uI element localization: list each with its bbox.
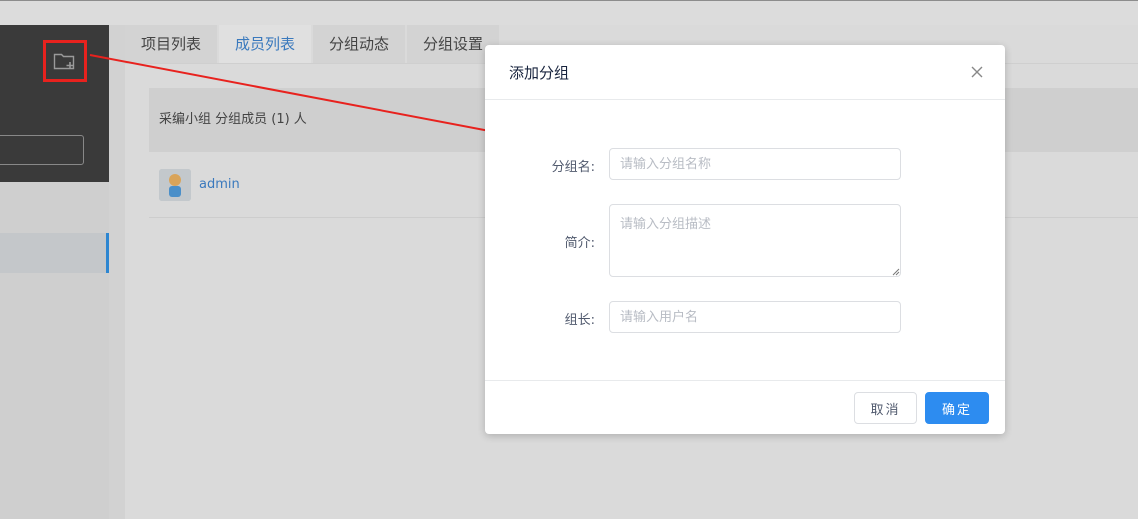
add-group-button[interactable] bbox=[43, 40, 87, 82]
top-border bbox=[0, 0, 1138, 1]
confirm-button[interactable]: 确定 bbox=[925, 392, 989, 424]
tab-bar: 项目列表 成员列表 分组动态 分组设置 bbox=[125, 25, 501, 63]
group-search-input[interactable] bbox=[0, 135, 84, 165]
folder-plus-icon bbox=[53, 53, 75, 70]
group-leader-label: 组长: bbox=[564, 313, 595, 328]
add-group-modal: 添加分组 分组名: 简介: 组长: 取消 确定 bbox=[485, 45, 1005, 434]
modal-header: 添加分组 bbox=[485, 45, 1005, 100]
avatar bbox=[159, 169, 191, 201]
close-icon bbox=[971, 66, 983, 78]
tab-projects[interactable]: 项目列表 bbox=[125, 25, 218, 63]
close-button[interactable] bbox=[967, 62, 987, 82]
tab-activity[interactable]: 分组动态 bbox=[313, 25, 406, 63]
group-intro-label: 简介: bbox=[564, 236, 595, 251]
group-list-item-active[interactable] bbox=[0, 233, 109, 273]
group-intro-textarea[interactable] bbox=[609, 204, 901, 277]
modal-footer: 取消 确定 bbox=[485, 380, 1005, 435]
member-name-link[interactable]: admin bbox=[199, 177, 240, 192]
left-panel-header bbox=[0, 25, 109, 182]
resize-handle-icon[interactable] bbox=[892, 268, 900, 276]
cancel-button[interactable]: 取消 bbox=[854, 392, 917, 424]
group-leader-input[interactable] bbox=[609, 301, 901, 333]
group-name-label: 分组名: bbox=[551, 160, 595, 175]
panel-gap bbox=[109, 25, 125, 519]
tab-members[interactable]: 成员列表 bbox=[219, 25, 312, 63]
modal-title: 添加分组 bbox=[509, 64, 570, 82]
group-name-input[interactable] bbox=[609, 148, 901, 180]
